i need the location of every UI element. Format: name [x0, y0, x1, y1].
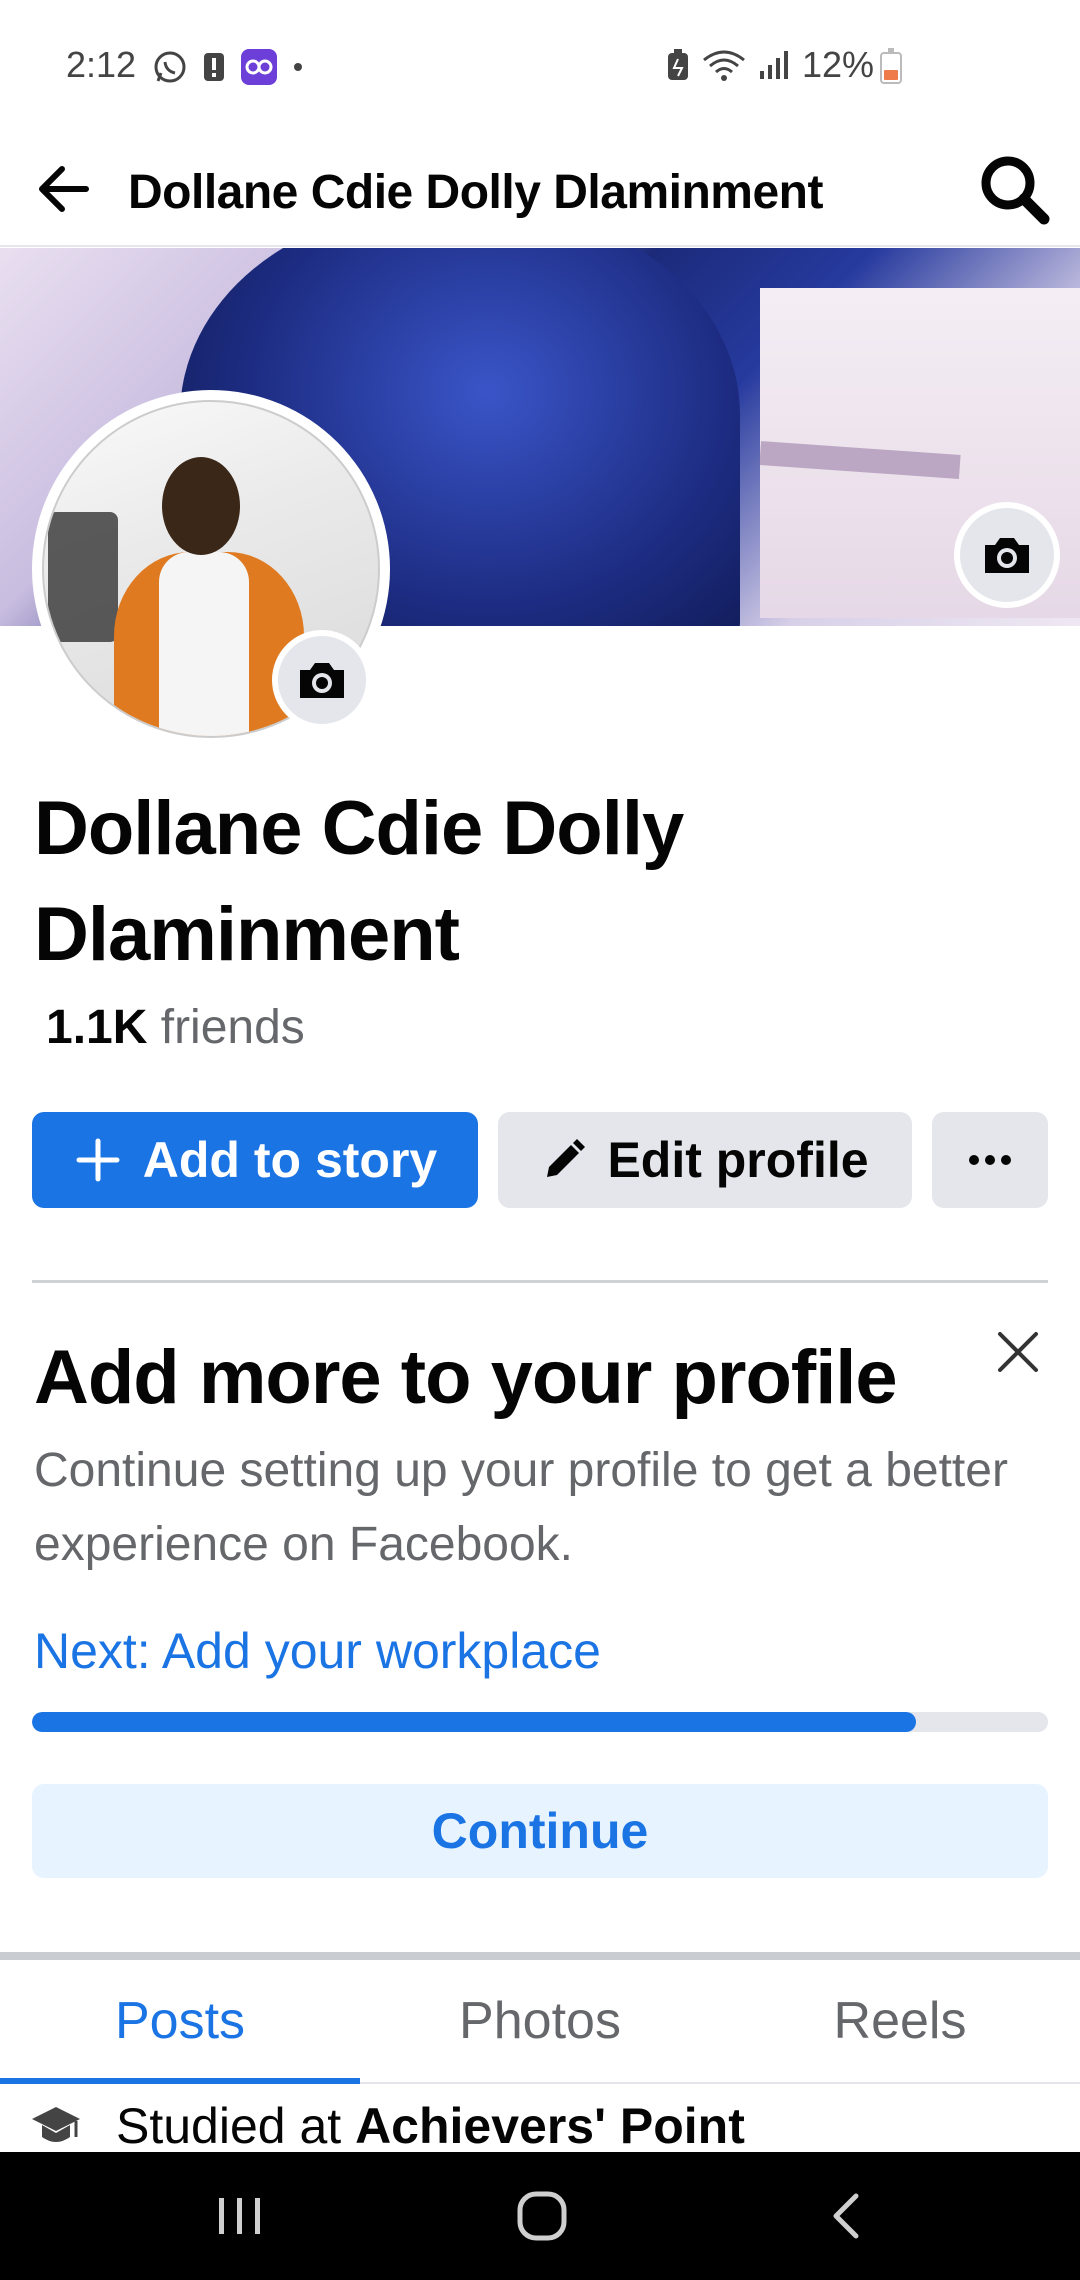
more-dots-icon — [969, 1155, 1011, 1165]
wifi-icon — [703, 50, 745, 81]
profile-name: Dollane Cdie Dolly Dlaminment — [34, 786, 684, 977]
add-to-story-button[interactable]: Add to story — [32, 1112, 478, 1208]
whatsapp-icon — [154, 51, 186, 83]
back-button[interactable] — [28, 153, 100, 225]
page-title: Dollane Cdie Dolly Dlaminment — [128, 166, 823, 219]
battery-percent: 12% — [802, 44, 875, 85]
section-separator — [0, 1952, 1080, 1960]
next-step-link[interactable]: Next: Add your workplace — [34, 1622, 601, 1680]
dot-icon — [294, 63, 302, 71]
alert-icon — [204, 53, 224, 81]
arrow-left-icon — [39, 166, 89, 212]
edit-profile-button[interactable]: Edit profile — [498, 1112, 912, 1208]
home-button[interactable] — [482, 2174, 602, 2258]
signal-icon — [760, 51, 788, 79]
intro-education[interactable]: Studied at Achievers' Point — [30, 2096, 745, 2156]
close-icon — [998, 1332, 1038, 1372]
more-options-button[interactable] — [932, 1112, 1048, 1208]
tab-photos[interactable]: Photos — [360, 1960, 720, 2082]
edit-cover-photo-button[interactable] — [954, 502, 1060, 608]
status-bar: 2:12 12% — [0, 0, 1080, 135]
profile-setup-description: Continue setting up your profile to get … — [34, 1444, 1008, 1571]
close-card-button[interactable] — [990, 1324, 1046, 1380]
profile-setup-title: Add more to your profile — [34, 1335, 898, 1420]
edit-profile-photo-button[interactable] — [272, 630, 372, 730]
camera-icon — [985, 538, 1029, 573]
graduation-cap-icon — [32, 2107, 80, 2142]
tab-posts[interactable]: Posts — [0, 1960, 360, 2084]
profile-progress-bar — [32, 1712, 1048, 1732]
profile-progress-fill — [32, 1712, 916, 1732]
continue-button[interactable]: Continue — [32, 1784, 1048, 1878]
profile-tabs: Posts Photos Reels — [0, 1960, 1080, 2084]
recent-apps-button[interactable] — [180, 2174, 300, 2258]
friends-count[interactable]: 1.1K friends — [46, 1000, 305, 1055]
camera-icon — [300, 663, 344, 698]
recent-apps-icon — [219, 2198, 260, 2234]
friends-label: friends — [147, 1001, 305, 1054]
plus-icon — [73, 1135, 123, 1185]
battery-icon — [880, 48, 902, 84]
studied-place: Achievers' Point — [355, 2098, 745, 2154]
edit-profile-label: Edit profile — [607, 1132, 869, 1188]
tab-reels[interactable]: Reels — [720, 1960, 1080, 2082]
back-nav-button[interactable] — [786, 2174, 906, 2258]
battery-saver-icon — [668, 49, 688, 80]
system-nav-bar — [0, 2152, 1080, 2280]
home-icon — [517, 2191, 567, 2241]
pencil-icon — [541, 1137, 587, 1183]
search-button[interactable] — [972, 147, 1058, 233]
search-icon — [981, 156, 1050, 225]
divider — [32, 1280, 1048, 1283]
friends-number: 1.1K — [46, 1001, 148, 1054]
status-time: 2:12 — [66, 44, 137, 85]
app-header: Dollane Cdie Dolly Dlaminment — [0, 135, 1080, 247]
app-icon — [241, 49, 277, 85]
add-to-story-label: Add to story — [142, 1132, 438, 1188]
studied-prefix: Studied at — [116, 2098, 356, 2154]
chevron-left-icon — [833, 2193, 859, 2239]
